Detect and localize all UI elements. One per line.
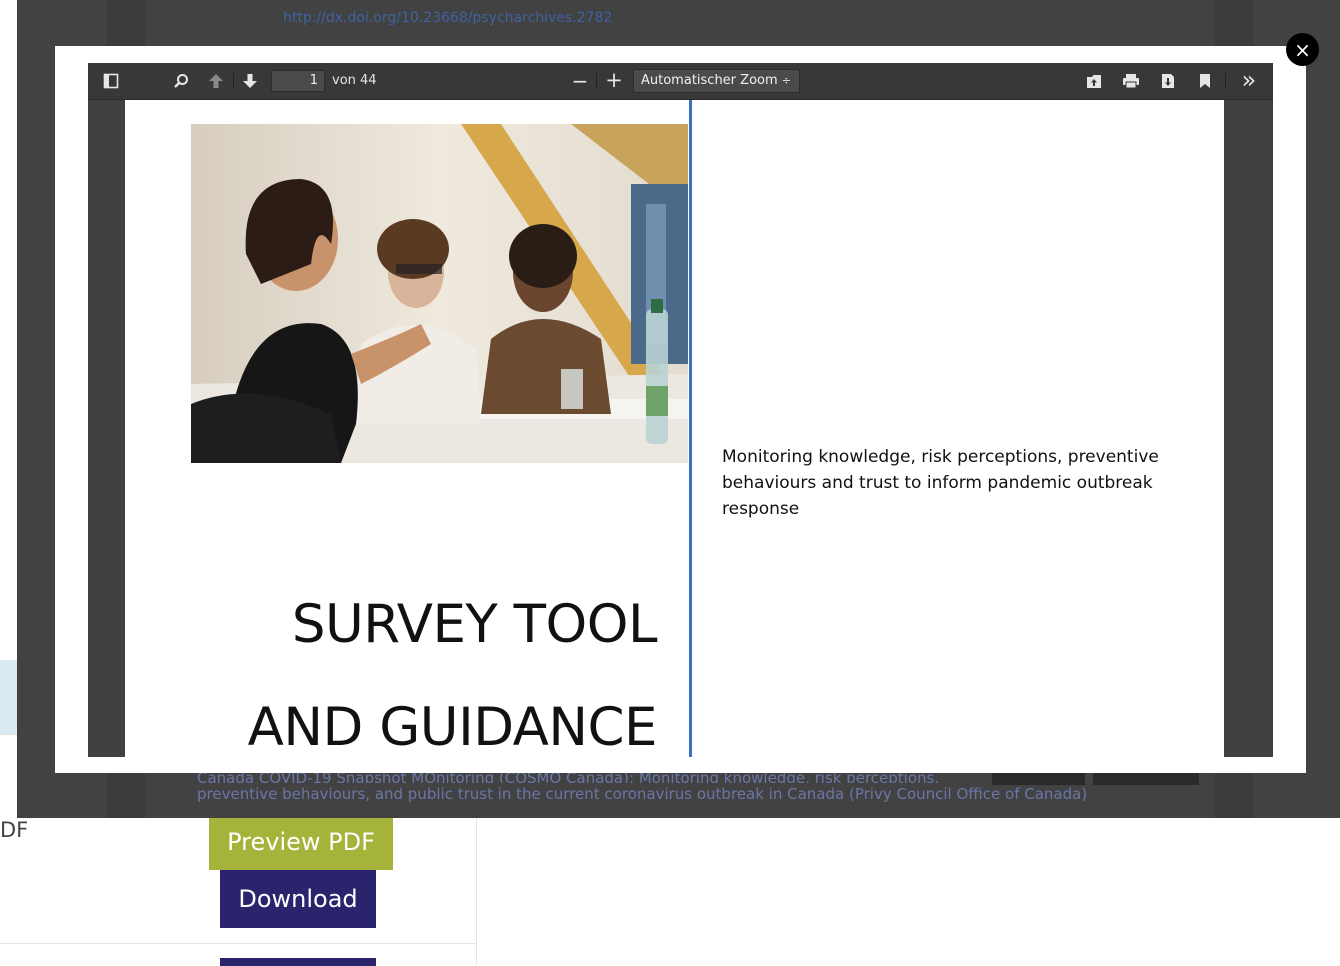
previous-page-icon[interactable] (207, 72, 225, 90)
select-arrows-icon: ÷ (781, 74, 791, 87)
minus-icon: − (571, 69, 589, 93)
viewer-toolbar: 1 von 44 − + Automatischer Zoom ÷ » (88, 63, 1273, 100)
close-icon: × (1294, 37, 1311, 62)
print-icon[interactable] (1122, 72, 1140, 90)
preview-pdf-button[interactable]: Preview PDF (209, 814, 393, 870)
document-title-line1: SURVEY TOOL (291, 594, 658, 655)
toolbar-separator (233, 73, 234, 89)
column-divider (476, 818, 477, 964)
date-badge (992, 771, 1085, 785)
open-file-icon[interactable] (1085, 72, 1103, 90)
page-count-label: von 44 (332, 73, 377, 88)
page-number-input[interactable]: 1 (271, 70, 325, 92)
org-paren-close: ) (1081, 785, 1088, 803)
double-chevron-icon: » (1241, 66, 1257, 94)
sidebar-toggle-icon[interactable] (102, 72, 120, 90)
doi-link[interactable]: http://dx.doi.org/10.23668/psycharchives… (283, 10, 612, 26)
zoom-select[interactable]: Automatischer Zoom ÷ (633, 69, 800, 93)
highlight-band (0, 660, 18, 734)
search-icon[interactable] (172, 72, 190, 90)
toolbar-separator (1225, 73, 1226, 89)
result-organization[interactable]: Privy Council Office of Canada (855, 785, 1082, 803)
partial-button[interactable] (220, 958, 376, 966)
result-title-line2[interactable]: preventive behaviours, and public trust … (197, 785, 844, 803)
document-title-line2: AND GUIDANCE (247, 697, 658, 757)
row-divider (0, 943, 476, 944)
zoom-in-button[interactable]: + (604, 68, 624, 92)
bookmark-icon[interactable] (1196, 72, 1214, 90)
download-icon[interactable] (1159, 72, 1177, 90)
toolbar-separator (596, 73, 597, 89)
pdf-page: SURVEY TOOL AND GUIDANCE Monitoring know… (125, 100, 1224, 757)
document-subtitle: Monitoring knowledge, risk perceptions, … (722, 447, 1159, 519)
next-page-icon[interactable] (241, 72, 259, 90)
pdf-label: DF (0, 818, 29, 842)
tools-icon[interactable]: » (1238, 66, 1260, 94)
cover-photo (191, 124, 688, 463)
org-paren-open: ( (844, 785, 855, 803)
zoom-value: Automatischer Zoom (641, 73, 778, 88)
page-divider (689, 100, 692, 757)
close-modal-button[interactable]: × (1286, 33, 1319, 66)
type-badge (1093, 771, 1199, 785)
pdf-viewer: 1 von 44 − + Automatischer Zoom ÷ » SURV… (88, 63, 1273, 757)
plus-icon: + (605, 68, 623, 92)
zoom-out-button[interactable]: − (571, 69, 589, 93)
download-button[interactable]: Download (220, 870, 376, 928)
